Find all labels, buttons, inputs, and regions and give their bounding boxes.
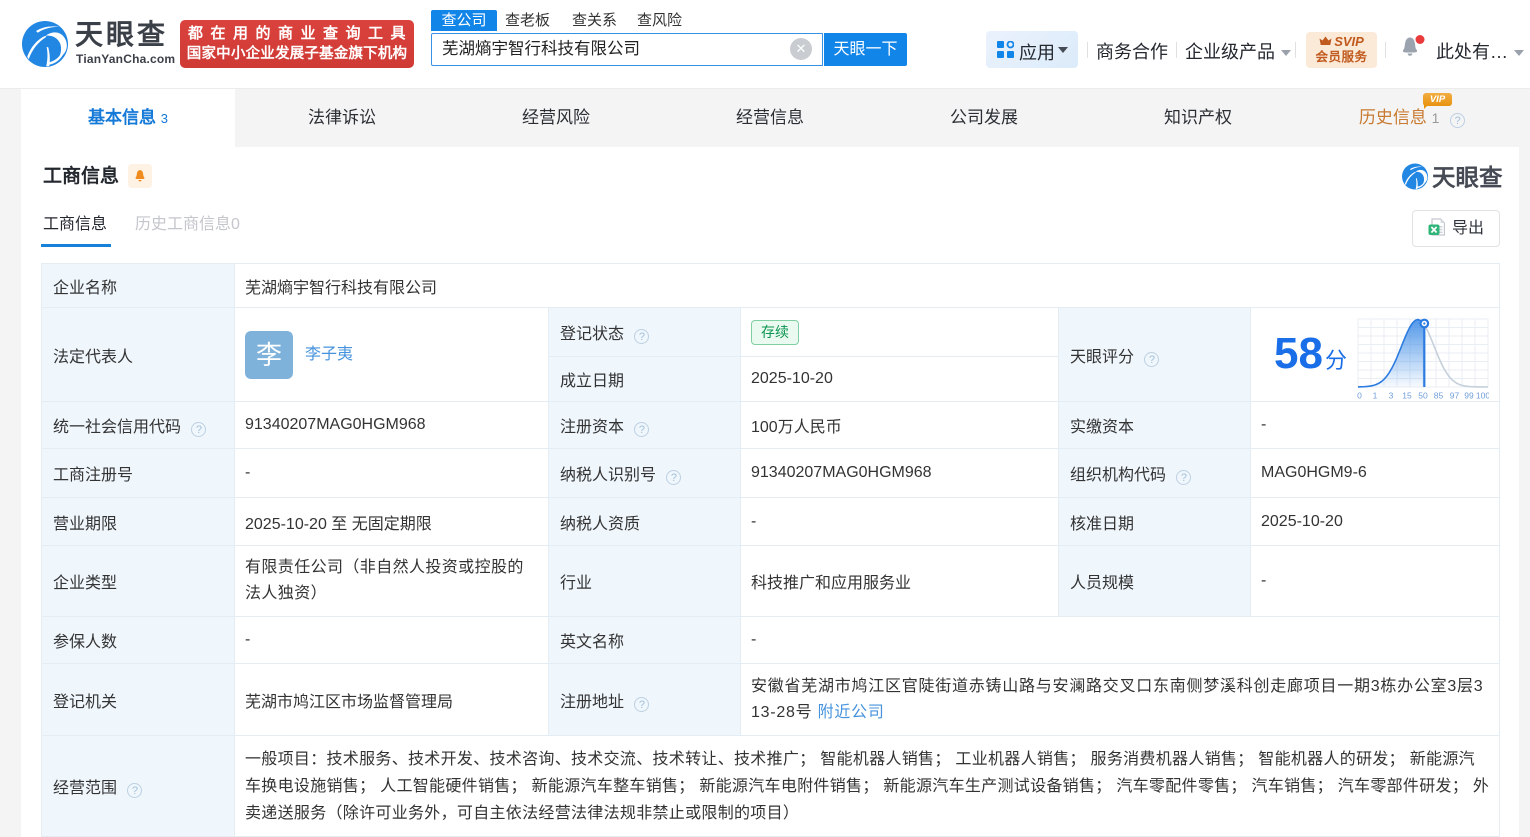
svg-text:97: 97 (1450, 391, 1460, 401)
svg-text:3: 3 (1389, 391, 1394, 401)
svg-text:99: 99 (1464, 391, 1474, 401)
svg-text:15: 15 (1402, 391, 1412, 401)
svg-text:100: 100 (1476, 391, 1489, 401)
svg-text:85: 85 (1434, 391, 1444, 401)
svg-text:1: 1 (1373, 391, 1378, 401)
svg-text:50: 50 (1418, 391, 1428, 401)
svg-text:0: 0 (1357, 391, 1362, 401)
svg-text:天眼查: 天眼查 (1432, 165, 1503, 191)
